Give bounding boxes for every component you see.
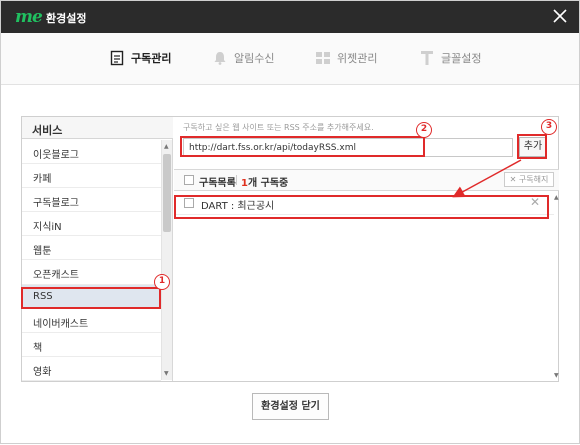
feed-scrollbar[interactable]: ▲ ▼ xyxy=(554,192,559,381)
tab-subscription-label: 구독관리 xyxy=(131,52,172,65)
service-scrollbar[interactable]: ▲ ▼ xyxy=(161,140,172,380)
service-panel: 서비스 이웃블로그 카페 구독블로그 지식iN 웹툰 오픈캐스트 RSS 네이버… xyxy=(22,117,173,381)
step-badge-3: 3 xyxy=(541,119,557,135)
step-badge-2: 2 xyxy=(416,122,432,138)
tab-notifications[interactable]: 알림수신 xyxy=(212,47,274,69)
highlight-rss xyxy=(21,287,161,309)
service-item-webtoon[interactable]: 웹툰 xyxy=(22,236,161,261)
scroll-up-icon[interactable]: ▲ xyxy=(554,194,559,201)
me-logo: me xyxy=(15,7,43,27)
highlight-url xyxy=(180,136,425,157)
bell-icon xyxy=(214,52,226,65)
service-item-neighbor-blog[interactable]: 이웃블로그 xyxy=(22,140,161,165)
highlight-add xyxy=(517,134,547,159)
service-header: 서비스 xyxy=(22,117,173,139)
scroll-up-icon[interactable]: ▲ xyxy=(164,144,170,150)
subscription-count: 1개 구독중 xyxy=(241,174,288,189)
settings-dialog: me 환경설정 구독관리 알림수신 위젯관리 글꼴설정 서비스 이웃블로그 카페… xyxy=(0,0,580,444)
tab-widgets-label: 위젯관리 xyxy=(337,52,378,65)
tab-fonts-label: 글꼴설정 xyxy=(441,52,482,65)
tab-widgets[interactable]: 위젯관리 xyxy=(315,47,377,69)
subscription-list-label: 구독목록 xyxy=(199,178,236,189)
tab-fonts[interactable]: 글꼴설정 xyxy=(419,47,481,69)
subscription-count-number: 1 xyxy=(241,178,248,189)
service-item-cafe[interactable]: 카페 xyxy=(22,164,161,189)
tab-subscription[interactable]: 구독관리 xyxy=(109,47,171,69)
feed-list: DART : 최근공시 ✕ xyxy=(174,192,554,381)
dialog-title: 환경설정 xyxy=(46,12,87,25)
close-settings-button[interactable]: 환경설정 닫기 xyxy=(252,393,329,420)
document-icon xyxy=(110,50,124,66)
service-item-knowledge-in[interactable]: 지식iN xyxy=(22,212,161,237)
service-item-opencast[interactable]: 오픈캐스트 xyxy=(22,260,161,285)
highlight-feed xyxy=(174,195,549,219)
scroll-down-icon[interactable]: ▼ xyxy=(164,371,170,377)
service-item-movie[interactable]: 영화 xyxy=(22,357,161,381)
unsubscribe-label: 구독해지 xyxy=(518,175,549,184)
widget-grid-icon xyxy=(316,52,330,64)
subscription-bar: 구독목록 1개 구독중 ✕ 구독해지 xyxy=(174,169,559,191)
step-badge-1: 1 xyxy=(154,274,170,290)
settings-tabs: 구독관리 알림수신 위젯관리 글꼴설정 xyxy=(1,33,579,85)
service-list: 이웃블로그 카페 구독블로그 지식iN 웹툰 오픈캐스트 RSS 네이버캐스트 … xyxy=(22,140,161,381)
title-bar: me 환경설정 xyxy=(1,1,579,33)
close-icon[interactable] xyxy=(551,7,569,25)
unsubscribe-button[interactable]: ✕ 구독해지 xyxy=(504,172,554,187)
service-item-subscribed-blog[interactable]: 구독블로그 xyxy=(22,188,161,213)
rss-guide-text: 구독하고 싶은 웹 사이트 또는 RSS 주소를 추가해주세요. xyxy=(183,123,374,132)
subscription-count-text: 개 구독중 xyxy=(247,178,289,189)
service-item-navercast[interactable]: 네이버캐스트 xyxy=(22,309,161,333)
scroll-thumb[interactable] xyxy=(163,154,171,232)
service-item-book[interactable]: 책 xyxy=(22,333,161,357)
select-all-checkbox[interactable] xyxy=(184,175,194,185)
font-icon xyxy=(421,51,433,65)
tab-notifications-label: 알림수신 xyxy=(234,52,275,65)
scroll-down-icon[interactable]: ▼ xyxy=(554,372,559,379)
divider xyxy=(236,175,237,185)
